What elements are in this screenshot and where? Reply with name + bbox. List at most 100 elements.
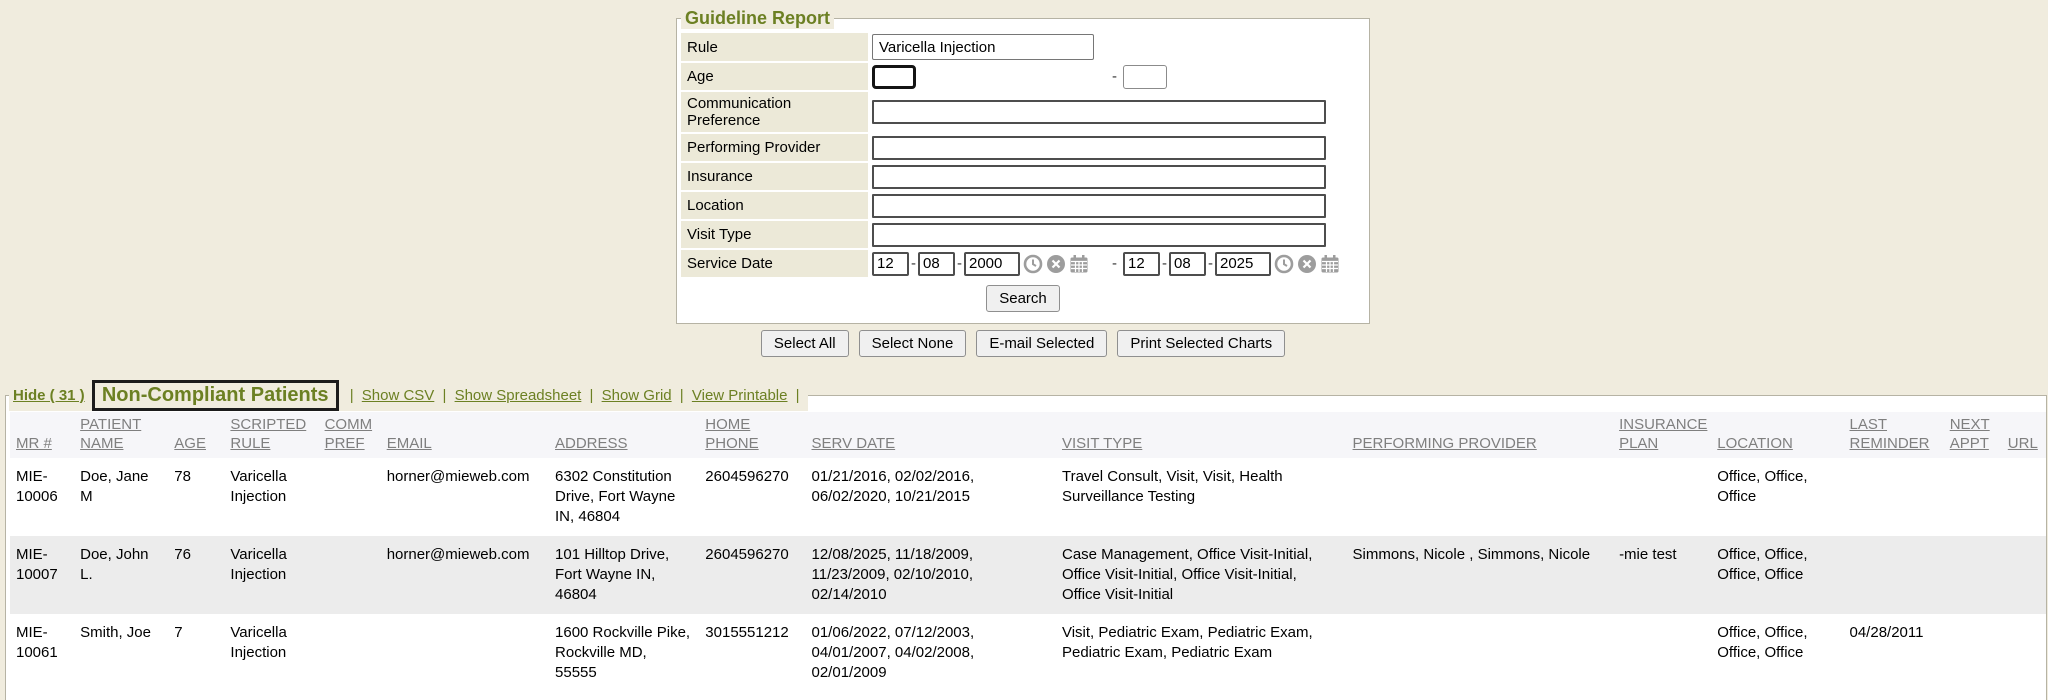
show-grid-link[interactable]: Show Grid (602, 387, 672, 404)
service-date-to-month-input[interactable] (1123, 252, 1160, 276)
age-range-separator: - (1112, 68, 1117, 85)
select-none-button[interactable]: Select None (859, 330, 967, 357)
print-selected-charts-button[interactable]: Print Selected Charts (1117, 330, 1285, 357)
cell-visit-type: Travel Consult, Visit, Visit, Health Sur… (1056, 458, 1347, 536)
visit-type-input[interactable] (872, 223, 1326, 247)
column-header-patient-name[interactable]: PATIENTNAME (74, 412, 168, 458)
cell-email: horner@mieweb.com (381, 536, 549, 614)
cell-home-phone: 3015551212 (699, 614, 805, 692)
hide-results-link[interactable]: Hide ( 31 ) (13, 387, 85, 404)
cell-comm-pref (319, 536, 381, 614)
cell-mr: MIE-10061 (10, 614, 74, 692)
column-header-age[interactable]: AGE (168, 412, 224, 458)
cell-serv-date: 01/21/2016, 02/02/2016, 06/02/2020, 10/2… (806, 458, 1056, 536)
cell-location: Office, Office, Office, Office (1711, 536, 1843, 614)
legend-separator: | (680, 387, 684, 404)
results-title: Non-Compliant Patients (92, 380, 339, 411)
cell-email: horner@mieweb.com (381, 458, 549, 536)
service-date-label: Service Date (681, 250, 868, 277)
cell-insurance-plan (1613, 614, 1711, 692)
show-csv-link[interactable]: Show CSV (362, 387, 435, 404)
select-all-button[interactable]: Select All (761, 330, 849, 357)
rule-select[interactable]: Varicella Injection (872, 34, 1094, 60)
cell-url (2002, 536, 2046, 614)
service-date-range-separator: - (1112, 255, 1117, 272)
communication-preference-input[interactable] (872, 100, 1326, 124)
service-date-to-year-input[interactable] (1215, 252, 1271, 276)
patients-table: MR # PATIENTNAME AGE SCRIPTEDRULE COMMPR… (10, 412, 2046, 692)
search-button[interactable]: Search (986, 285, 1060, 312)
calendar-icon[interactable] (1069, 254, 1089, 274)
form-row-performing-provider: Performing Provider (681, 134, 1365, 161)
column-header-comm-pref[interactable]: COMMPREF (319, 412, 381, 458)
form-row-age: Age - (681, 63, 1365, 90)
guideline-report-legend: Guideline Report (681, 8, 834, 29)
form-row-visit-type: Visit Type (681, 221, 1365, 248)
cell-visit-type: Visit, Pediatric Exam, Pediatric Exam, P… (1056, 614, 1347, 692)
cell-address: 101 Hilltop Drive, Fort Wayne IN, 46804 (549, 536, 699, 614)
cell-next-appt (1944, 614, 2002, 692)
legend-separator: | (350, 387, 354, 404)
calendar-icon[interactable] (1320, 254, 1340, 274)
column-header-email[interactable]: EMAIL (381, 412, 549, 458)
guideline-report-fieldset: Guideline Report Rule Varicella Injectio… (676, 8, 1370, 324)
cell-insurance-plan (1613, 458, 1711, 536)
legend-separator: | (443, 387, 447, 404)
clock-icon[interactable] (1274, 254, 1294, 274)
cell-address: 6302 Constitution Drive, Fort Wayne IN, … (549, 458, 699, 536)
service-date-to-day-input[interactable] (1169, 252, 1206, 276)
view-printable-link[interactable]: View Printable (692, 387, 788, 404)
column-header-serv-date[interactable]: SERV DATE (806, 412, 1056, 458)
show-spreadsheet-link[interactable]: Show Spreadsheet (455, 387, 582, 404)
service-date-from-year-input[interactable] (964, 252, 1020, 276)
column-header-visit-type[interactable]: VISIT TYPE (1056, 412, 1347, 458)
cell-url (2002, 614, 2046, 692)
table-row: MIE-10007 Doe, John L. 76 Varicella Inje… (10, 536, 2046, 614)
cell-home-phone: 2604596270 (699, 458, 805, 536)
cell-age: 78 (168, 458, 224, 536)
rule-label: Rule (681, 33, 868, 61)
cell-patient-name: Doe, Jane M (74, 458, 168, 536)
cell-mr: MIE-10006 (10, 458, 74, 536)
insurance-input[interactable] (872, 165, 1326, 189)
clear-icon[interactable] (1297, 254, 1317, 274)
column-header-performing-provider[interactable]: PERFORMING PROVIDER (1347, 412, 1614, 458)
legend-separator: | (796, 387, 800, 404)
location-input[interactable] (872, 194, 1326, 218)
column-header-scripted-rule[interactable]: SCRIPTEDRULE (224, 412, 318, 458)
column-header-insurance-plan[interactable]: INSURANCEPLAN (1613, 412, 1711, 458)
cell-visit-type: Case Management, Office Visit-Initial, O… (1056, 536, 1347, 614)
cell-next-appt (1944, 458, 2002, 536)
legend-separator: | (590, 387, 594, 404)
cell-performing-provider (1347, 614, 1614, 692)
column-header-next-appt[interactable]: NEXTAPPT (1944, 412, 2002, 458)
insurance-label: Insurance (681, 163, 868, 190)
cell-last-reminder (1844, 458, 1944, 536)
age-to-input[interactable] (1123, 65, 1167, 89)
date-field-separator: - (957, 255, 962, 272)
clear-icon[interactable] (1046, 254, 1066, 274)
column-header-mr[interactable]: MR # (10, 412, 74, 458)
cell-performing-provider (1347, 458, 1614, 536)
cell-scripted-rule: Varicella Injection (224, 458, 318, 536)
column-header-location[interactable]: LOCATION (1711, 412, 1843, 458)
form-row-insurance: Insurance (681, 163, 1365, 190)
form-row-service-date: Service Date - - - (681, 250, 1365, 277)
clock-icon[interactable] (1023, 254, 1043, 274)
cell-patient-name: Smith, Joe (74, 614, 168, 692)
service-date-from-month-input[interactable] (872, 252, 909, 276)
column-header-last-reminder[interactable]: LASTREMINDER (1844, 412, 1944, 458)
location-label: Location (681, 192, 868, 219)
age-from-input[interactable] (872, 65, 916, 89)
service-date-from-day-input[interactable] (918, 252, 955, 276)
column-header-address[interactable]: ADDRESS (549, 412, 699, 458)
email-selected-button[interactable]: E-mail Selected (976, 330, 1107, 357)
form-row-communication-preference: Communication Preference (681, 92, 1365, 132)
column-header-home-phone[interactable]: HOMEPHONE (699, 412, 805, 458)
performing-provider-input[interactable] (872, 136, 1326, 160)
cell-home-phone: 2604596270 (699, 536, 805, 614)
column-header-url[interactable]: URL (2002, 412, 2046, 458)
results-fieldset: Hide ( 31 ) Non-Compliant Patients | Sho… (5, 380, 2047, 700)
cell-location: Office, Office, Office, Office (1711, 614, 1843, 692)
cell-serv-date: 12/08/2025, 11/18/2009, 11/23/2009, 02/1… (806, 536, 1056, 614)
